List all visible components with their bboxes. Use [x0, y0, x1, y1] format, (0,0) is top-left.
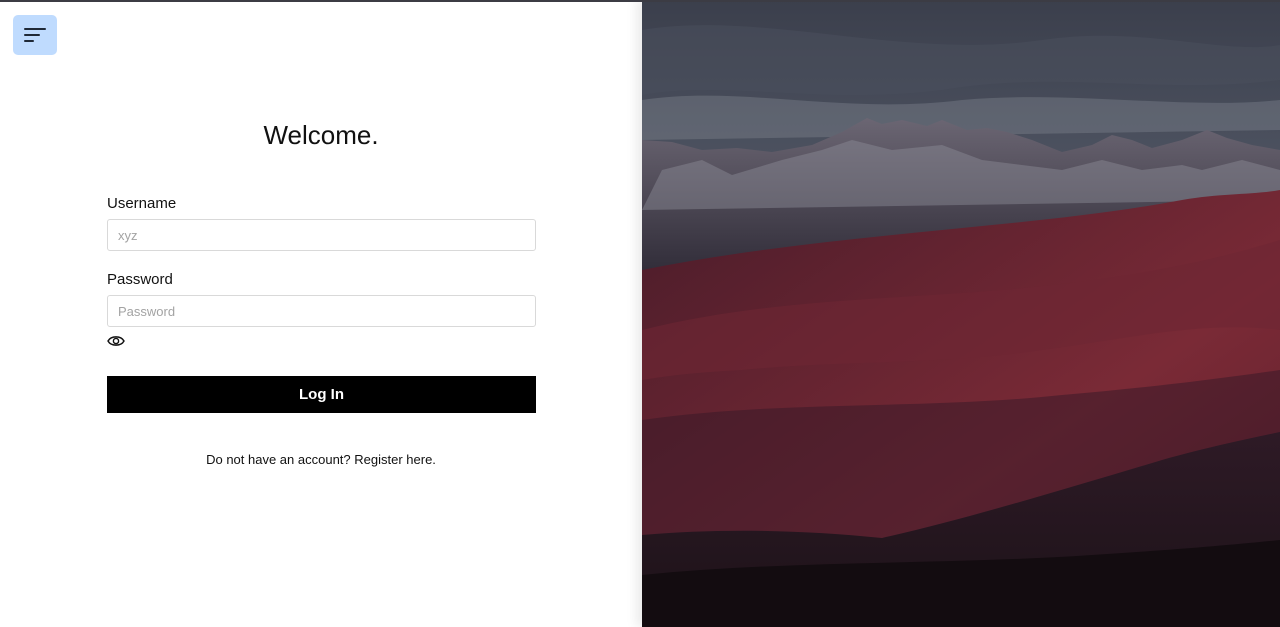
page-title: Welcome.: [263, 120, 379, 150]
password-input[interactable]: [107, 295, 536, 327]
mountain-landscape-image: [642, 0, 1280, 627]
password-label: Password: [107, 271, 173, 288]
register-link[interactable]: Do not have an account? Register here.: [0, 452, 642, 467]
hamburger-menu-icon-bar: [24, 34, 40, 36]
eye-icon[interactable]: [107, 334, 125, 348]
hamburger-menu-button[interactable]: [13, 15, 57, 55]
hamburger-menu-icon: [24, 28, 46, 30]
login-panel: Welcome. Username Password Log In Do not…: [0, 0, 642, 627]
background-image-mountains: [642, 0, 1280, 627]
login-form: Username Password Log In: [107, 194, 536, 413]
window-top-border: [0, 0, 1280, 2]
login-button[interactable]: Log In: [107, 376, 536, 413]
username-input[interactable]: [107, 219, 536, 251]
hamburger-menu-icon-bar: [24, 40, 34, 42]
username-label: Username: [107, 195, 177, 212]
